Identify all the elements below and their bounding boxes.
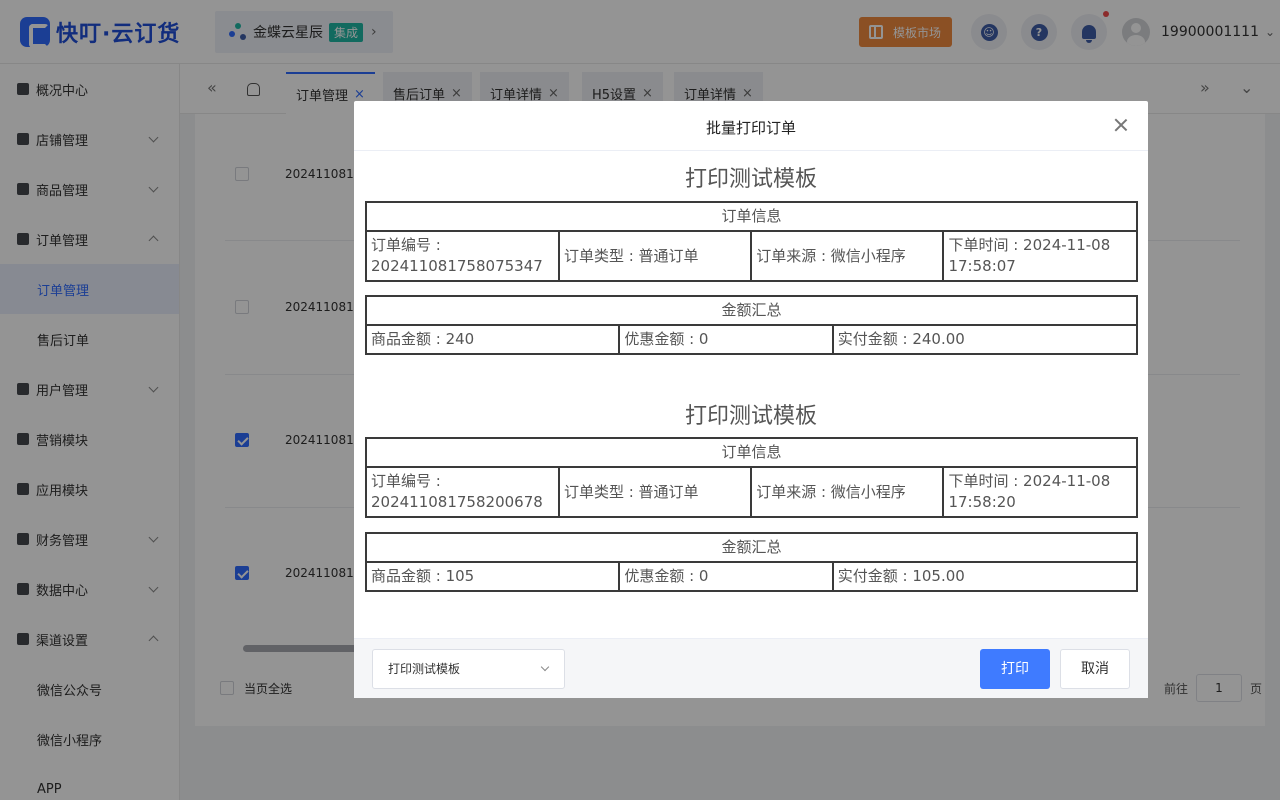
amount-summary-header: 金额汇总 xyxy=(365,295,1138,326)
order-type-cell: 订单类型 : 普通订单 xyxy=(557,230,753,282)
order-info-header: 订单信息 xyxy=(365,201,1138,232)
order-info-table: 订单信息 订单编号 : 202411081758075347 订单类型 : 普通… xyxy=(365,201,1138,282)
order-time-cell: 下单时间 : 2024-11-08 17:58:07 xyxy=(942,230,1138,282)
amount-summary-table: 金额汇总 商品金额 : 240 优惠金额 : 0 实付金额 : 240.00 xyxy=(364,295,1139,355)
order-no-cell: 订单编号 : 202411081758075347 xyxy=(365,230,560,282)
template-select[interactable]: 打印测试模板 xyxy=(372,649,565,689)
dialog-footer: 打印测试模板 打印 取消 xyxy=(354,638,1148,698)
order-source-cell: 订单来源 : 微信小程序 xyxy=(750,466,945,518)
print-doc-title: 打印测试模板 xyxy=(684,167,817,192)
cancel-button[interactable]: 取消 xyxy=(1060,649,1130,689)
order-no-cell: 订单编号 : 202411081758200678 xyxy=(365,466,560,518)
chevron-down-icon xyxy=(540,662,550,672)
discount-amount-cell: 优惠金额 : 0 xyxy=(618,561,834,592)
order-info-table: 订单信息 订单编号 : 202411081758200678 订单类型 : 普通… xyxy=(365,437,1138,518)
template-select-value: 打印测试模板 xyxy=(388,662,461,676)
order-info-header: 订单信息 xyxy=(365,437,1138,468)
goods-amount-cell: 商品金额 : 240 xyxy=(364,324,621,355)
order-time-cell: 下单时间 : 2024-11-08 17:58:20 xyxy=(942,466,1138,518)
dialog-title: 批量打印订单 xyxy=(705,119,796,137)
amount-summary-header: 金额汇总 xyxy=(365,532,1138,563)
close-icon[interactable] xyxy=(1114,118,1128,132)
paid-amount-cell: 实付金额 : 240.00 xyxy=(831,324,1139,355)
dialog-header: 批量打印订单 xyxy=(354,101,1148,151)
goods-amount-cell: 商品金额 : 105 xyxy=(364,561,621,592)
order-type-cell: 订单类型 : 普通订单 xyxy=(557,466,753,518)
discount-amount-cell: 优惠金额 : 0 xyxy=(618,324,834,355)
print-preview[interactable]: 打印测试模板 订单信息 订单编号 : 202411081758075347 订单… xyxy=(354,152,1148,638)
order-source-cell: 订单来源 : 微信小程序 xyxy=(750,230,945,282)
batch-print-dialog: 批量打印订单 打印测试模板 订单信息 订单编号 : 20241108175807… xyxy=(354,101,1148,698)
print-doc-title: 打印测试模板 xyxy=(684,404,817,429)
print-button[interactable]: 打印 xyxy=(980,649,1050,689)
amount-summary-table: 金额汇总 商品金额 : 105 优惠金额 : 0 实付金额 : 105.00 xyxy=(364,532,1139,592)
paid-amount-cell: 实付金额 : 105.00 xyxy=(831,561,1139,592)
